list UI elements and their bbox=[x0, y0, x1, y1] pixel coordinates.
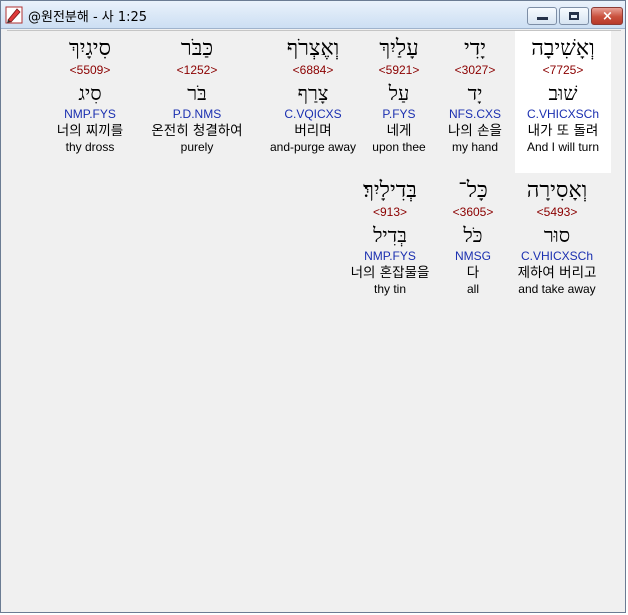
morphology-code: C.VHICXSCh bbox=[520, 249, 594, 263]
word-block[interactable]: בְּדִילָיִךְ׃ <913> בְּדִיל NMP.FYS 너의 혼… bbox=[337, 177, 443, 297]
word-block[interactable]: וְאָסִירָה <5493> סוּר C.VHICXSCh 제하여 버리… bbox=[511, 177, 603, 297]
word-block[interactable]: כַּבֹּר <1252> בֹּר P.D.NMS 온전히 청결하여 pur… bbox=[139, 35, 255, 155]
english-gloss: upon thee bbox=[372, 140, 426, 154]
korean-gloss: 내가 또 돌려 bbox=[527, 123, 599, 139]
korean-gloss: 버리며 bbox=[294, 123, 332, 139]
morphology-code: NMP.FYS bbox=[364, 249, 416, 263]
korean-gloss: 온전히 청결하여 bbox=[151, 123, 243, 139]
minimize-button[interactable] bbox=[527, 7, 557, 25]
strong-number[interactable]: <5509> bbox=[47, 63, 133, 77]
korean-gloss: 네게 bbox=[386, 123, 412, 139]
hebrew-word: עָלַיִךְ bbox=[379, 36, 419, 61]
word-block[interactable]: עָלַיִךְ <5921> עַל P.FYS 네게 upon thee bbox=[361, 35, 437, 155]
hebrew-root: סִיג bbox=[78, 81, 102, 105]
morphology-code: P.FYS bbox=[382, 107, 416, 121]
hebrew-word: כַּבֹּר bbox=[180, 36, 214, 61]
morphology-code: C.VHICXSCh bbox=[526, 107, 600, 121]
morphology-code: NMSG bbox=[455, 249, 491, 263]
strong-number[interactable]: <3027> bbox=[437, 63, 513, 77]
close-button[interactable]: × bbox=[591, 7, 623, 25]
english-gloss: thy tin bbox=[373, 282, 406, 296]
app-window: @원전분해 - 사 1:25 × וְאָשִׁיבָה <7725> שׁוּ… bbox=[0, 0, 626, 613]
strong-number[interactable]: <7725> bbox=[515, 63, 611, 77]
hebrew-root: כֹּל bbox=[463, 223, 483, 247]
title-bar[interactable]: @원전분해 - 사 1:25 × bbox=[1, 1, 625, 29]
strong-number[interactable]: <1252> bbox=[139, 63, 255, 77]
hebrew-root: בְּדִיל bbox=[373, 223, 407, 247]
hebrew-word: וְאָשִׁיבָה bbox=[531, 36, 595, 61]
morphology-code: C.VQICXS bbox=[284, 107, 342, 121]
interlinear-panel: וְאָשִׁיבָה <7725> שׁוּב C.VHICXSCh 내가 또… bbox=[7, 30, 621, 608]
window-title: @원전분해 - 사 1:25 bbox=[28, 10, 148, 25]
hebrew-word: כָּל־ bbox=[458, 178, 488, 203]
close-icon: × bbox=[602, 9, 613, 24]
app-icon bbox=[5, 6, 23, 24]
english-gloss: purely bbox=[180, 140, 214, 154]
hebrew-root: צָרַף bbox=[297, 81, 329, 105]
strong-number[interactable]: <5493> bbox=[511, 205, 603, 219]
hebrew-word: סִיגָיִךְ bbox=[68, 36, 112, 61]
english-gloss: my hand bbox=[451, 140, 499, 154]
maximize-icon bbox=[569, 12, 579, 20]
strong-number[interactable]: <913> bbox=[337, 205, 443, 219]
english-gloss: all bbox=[466, 282, 479, 296]
word-block[interactable]: סִיגָיִךְ <5509> סִיג NMP.FYS 너의 찌끼를 thy… bbox=[47, 35, 133, 155]
hebrew-word: יָדִי bbox=[463, 36, 487, 61]
strong-number[interactable]: <3605> bbox=[441, 205, 505, 219]
korean-gloss: 제하여 버리고 bbox=[517, 265, 597, 281]
hebrew-root: עַל bbox=[388, 81, 410, 105]
hebrew-word: וְאֶצְרֹף bbox=[286, 36, 340, 61]
korean-gloss: 다 bbox=[466, 265, 480, 281]
english-gloss: And I will turn bbox=[526, 140, 600, 154]
hebrew-word: וְאָסִירָה bbox=[526, 178, 588, 203]
hebrew-root: סוּר bbox=[543, 223, 571, 247]
word-block[interactable]: וְאָשִׁיבָה <7725> שׁוּב C.VHICXSCh 내가 또… bbox=[515, 31, 611, 173]
korean-gloss: 너의 혼잡물을 bbox=[350, 265, 430, 281]
english-gloss: thy dross bbox=[65, 140, 115, 154]
korean-gloss: 나의 손을 bbox=[448, 123, 502, 139]
hebrew-word: בְּדִילָיִךְ׃ bbox=[363, 178, 417, 203]
strong-number[interactable]: <5921> bbox=[361, 63, 437, 77]
minimize-icon bbox=[537, 17, 548, 20]
morphology-code: NMP.FYS bbox=[64, 107, 116, 121]
korean-gloss: 너의 찌끼를 bbox=[56, 123, 124, 139]
word-block[interactable]: וְאֶצְרֹף <6884> צָרַף C.VQICXS 버리며 and-… bbox=[265, 35, 361, 155]
hebrew-root: שׁוּב bbox=[548, 81, 578, 105]
english-gloss: and-purge away bbox=[269, 140, 357, 154]
english-gloss: and take away bbox=[518, 282, 596, 296]
word-block[interactable]: יָדִי <3027> יָד NFS.CXS 나의 손을 my hand bbox=[437, 35, 513, 155]
strong-number[interactable]: <6884> bbox=[265, 63, 361, 77]
word-block[interactable]: כָּל־ <3605> כֹּל NMSG 다 all bbox=[441, 177, 505, 297]
morphology-code: P.D.NMS bbox=[172, 107, 222, 121]
hebrew-root: יָד bbox=[467, 81, 483, 105]
hebrew-root: בֹּר bbox=[187, 81, 207, 105]
maximize-button[interactable] bbox=[559, 7, 589, 25]
morphology-code: NFS.CXS bbox=[448, 107, 501, 121]
